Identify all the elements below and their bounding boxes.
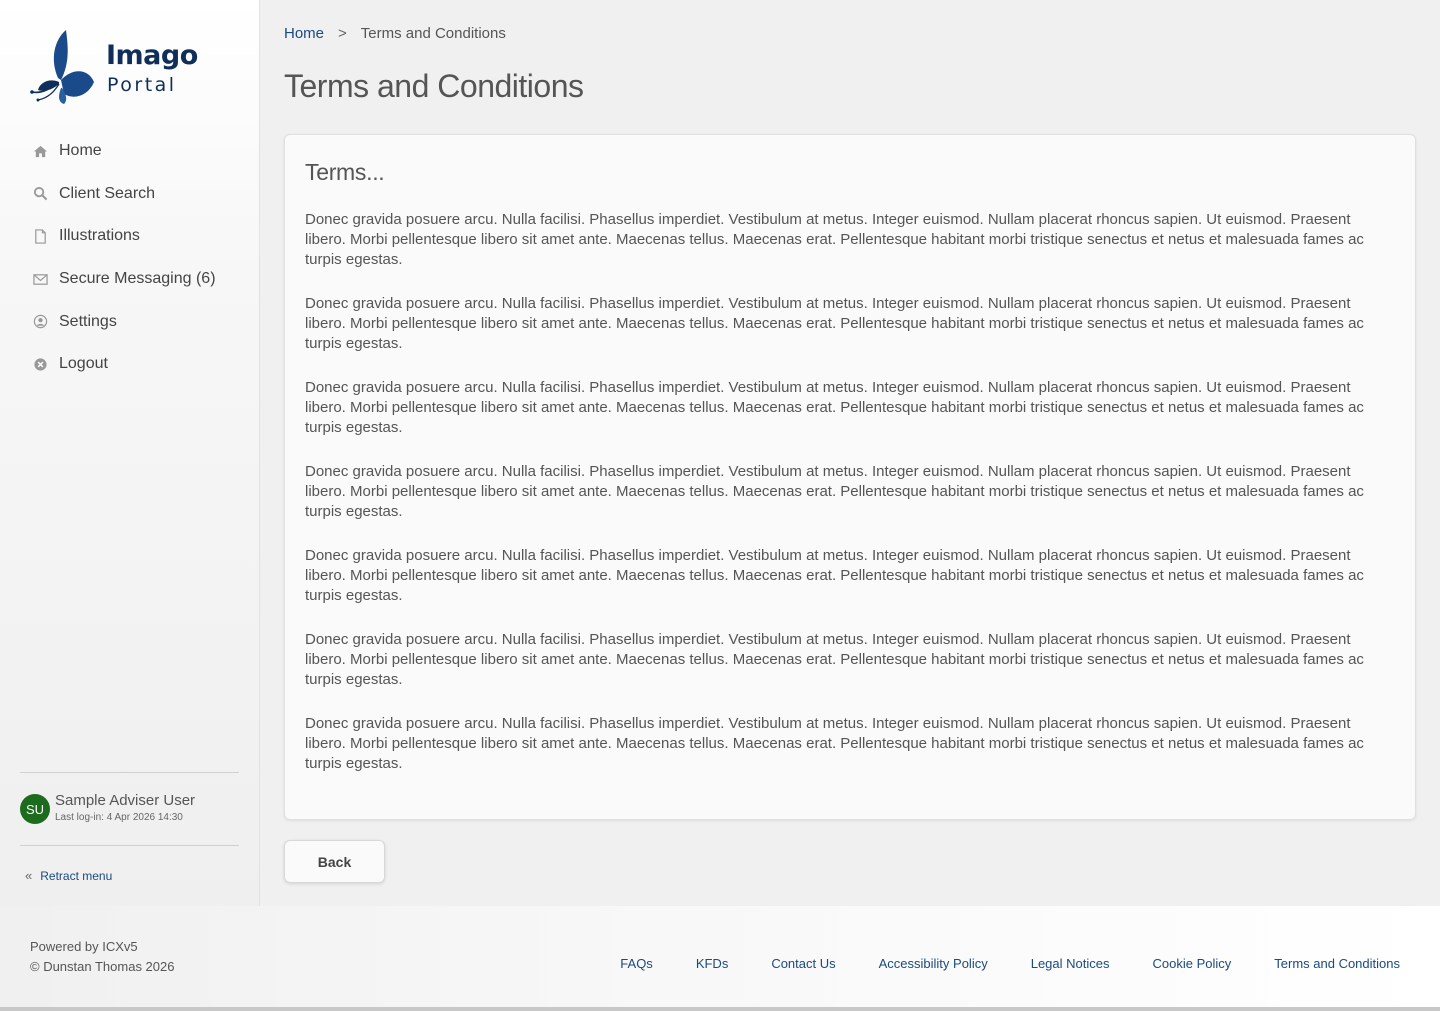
breadcrumb: Home > Terms and Conditions xyxy=(284,25,506,42)
sidebar-item-settings[interactable]: Settings xyxy=(0,300,260,343)
sidebar-item-label: Illustrations xyxy=(59,227,140,245)
retract-menu-link[interactable]: « Retract menu xyxy=(25,868,112,883)
butterfly-logo-icon xyxy=(30,30,94,104)
home-icon xyxy=(32,143,48,159)
terms-paragraph: Donec gravida posuere arcu. Nulla facili… xyxy=(305,547,1364,604)
sidebar-item-home[interactable]: Home xyxy=(0,130,260,173)
document-icon xyxy=(32,228,48,244)
avatar: SU xyxy=(20,794,50,824)
footer: Powered by ICXv5 © Dunstan Thomas 2026 F… xyxy=(0,906,1440,1007)
sidebar-item-label: Logout xyxy=(59,355,108,373)
sidebar-item-label: Home xyxy=(59,142,102,160)
powered-by: Powered by ICXv5 xyxy=(30,939,138,954)
page-title: Terms and Conditions xyxy=(284,68,584,104)
sidebar-item-label: Client Search xyxy=(59,184,156,202)
user-name: Sample Adviser User xyxy=(55,792,196,809)
sidebar-item-logout[interactable]: Logout xyxy=(0,343,260,386)
terms-card: Terms... Donec gravida posuere arcu. Nul… xyxy=(284,134,1416,820)
terms-paragraph: Donec gravida posuere arcu. Nulla facili… xyxy=(305,295,1364,352)
logo[interactable]: Imago Portal xyxy=(28,28,198,108)
footer-link-kfds[interactable]: KFDs xyxy=(696,956,729,971)
footer-links: FAQs KFDs Contact Us Accessibility Polic… xyxy=(620,956,1400,971)
user-circle-icon xyxy=(32,314,48,330)
footer-link-legal-notices[interactable]: Legal Notices xyxy=(1031,956,1110,971)
sidebar-item-illustrations[interactable]: Illustrations xyxy=(0,215,260,258)
sidebar-item-label: Settings xyxy=(59,312,117,330)
terms-paragraph: Donec gravida posuere arcu. Nulla facili… xyxy=(305,463,1364,520)
footer-link-accessibility-policy[interactable]: Accessibility Policy xyxy=(879,956,988,971)
card-title: Terms... xyxy=(305,159,385,185)
terms-paragraph: Donec gravida posuere arcu. Nulla facili… xyxy=(305,715,1364,772)
footer-link-cookie-policy[interactable]: Cookie Policy xyxy=(1153,956,1232,971)
breadcrumb-home-link[interactable]: Home xyxy=(284,25,324,42)
back-button[interactable]: Back xyxy=(284,840,385,883)
footer-link-faqs[interactable]: FAQs xyxy=(620,956,653,971)
terms-paragraph: Donec gravida posuere arcu. Nulla facili… xyxy=(305,211,1364,268)
footer-link-contact-us[interactable]: Contact Us xyxy=(771,956,835,971)
footer-credits: Powered by ICXv5 © Dunstan Thomas 2026 xyxy=(30,937,174,977)
sidebar-item-secure-messaging[interactable]: Secure Messaging (6) xyxy=(0,258,260,301)
footer-bottom-bar xyxy=(0,1007,1440,1011)
terms-paragraph: Donec gravida posuere arcu. Nulla facili… xyxy=(305,631,1364,688)
double-chevron-left-icon: « xyxy=(25,868,33,883)
sidebar-item-client-search[interactable]: Client Search xyxy=(0,173,260,216)
retract-menu-label: Retract menu xyxy=(40,868,113,883)
sidebar: Imago Portal Home Client Search Illustra… xyxy=(0,0,260,906)
search-icon xyxy=(32,186,48,202)
breadcrumb-separator: > xyxy=(338,25,347,42)
breadcrumb-current: Terms and Conditions xyxy=(360,25,506,42)
user-profile: SU Sample Adviser User Last log-in: 4 Ap… xyxy=(20,772,239,846)
terms-paragraph: Donec gravida posuere arcu. Nulla facili… xyxy=(305,379,1364,436)
copyright: © Dunstan Thomas 2026 xyxy=(30,959,175,974)
sidebar-nav: Home Client Search Illustrations Secure … xyxy=(0,130,260,386)
last-login: Last log-in: 4 Apr 2026 14:30 xyxy=(55,812,183,823)
logo-text-imago: Imago xyxy=(106,40,198,71)
logo-text-portal: Portal xyxy=(107,74,177,96)
sidebar-item-label: Secure Messaging (6) xyxy=(59,270,216,288)
footer-link-terms-and-conditions[interactable]: Terms and Conditions xyxy=(1274,956,1400,971)
close-circle-icon xyxy=(32,356,48,372)
envelope-icon xyxy=(32,271,48,287)
